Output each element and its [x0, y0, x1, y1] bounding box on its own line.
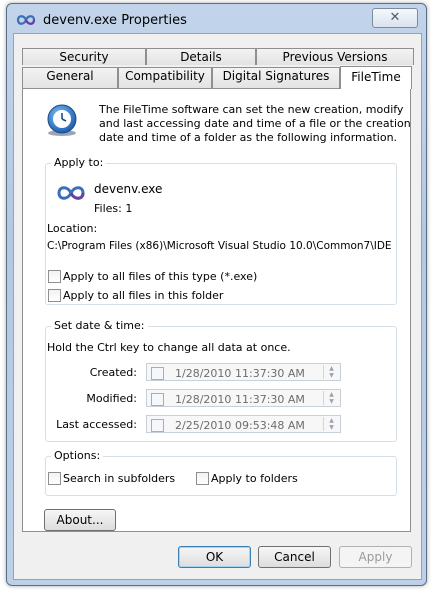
modified-date: 1/28/2010	[175, 393, 232, 406]
dialog-client-area: Security Details Previous Versions Gener…	[13, 33, 422, 580]
tab-details[interactable]: Details	[146, 48, 256, 65]
created-spin[interactable]: ▲ ▼	[323, 365, 339, 379]
modified-spin[interactable]: ▲ ▼	[323, 391, 339, 405]
set-date-label: Set date & time:	[51, 319, 148, 332]
up-arrow-icon[interactable]: ▲	[324, 417, 339, 424]
about-button[interactable]: About...	[44, 509, 116, 531]
options-group: Options: Search in subfolders Apply to f…	[45, 449, 397, 496]
title-bar[interactable]: devenv.exe Properties ✕	[7, 4, 426, 34]
down-arrow-icon[interactable]: ▼	[324, 398, 339, 405]
tab-general[interactable]: General	[22, 67, 118, 88]
modified-time: 11:37:30 AM	[235, 393, 305, 406]
tab-security[interactable]: Security	[22, 48, 146, 65]
intro-line-1: The FileTime software can set the new cr…	[99, 103, 404, 116]
search-subfolders-label: Search in subfolders	[63, 472, 176, 485]
up-arrow-icon[interactable]: ▲	[324, 391, 339, 398]
intro-line-2: and last accessing date and time of a fi…	[99, 117, 411, 130]
files-count: Files: 1	[94, 202, 133, 215]
search-subfolders-checkbox[interactable]	[48, 472, 61, 485]
properties-window: devenv.exe Properties ✕ Security Details…	[6, 3, 427, 586]
location-label: Location:	[47, 222, 98, 235]
ctrl-hint: Hold the Ctrl key to change all data at …	[47, 341, 291, 354]
apply-to-folders-checkbox[interactable]	[196, 472, 209, 485]
down-arrow-icon[interactable]: ▼	[324, 424, 339, 431]
location-path: C:\Program Files (x86)\Microsoft Visual …	[47, 240, 392, 252]
last-accessed-spin[interactable]: ▲ ▼	[323, 417, 339, 431]
last-accessed-label: Last accessed:	[56, 418, 137, 431]
last-accessed-checkbox[interactable]	[151, 419, 164, 432]
last-accessed-time: 09:53:48 AM	[235, 419, 305, 432]
apply-type-checkbox[interactable]	[48, 270, 61, 283]
modified-checkbox[interactable]	[151, 393, 164, 406]
tab-digital-signatures[interactable]: Digital Signatures	[212, 67, 340, 88]
tab-compatibility[interactable]: Compatibility	[118, 67, 212, 88]
close-button[interactable]: ✕	[372, 8, 418, 28]
visual-studio-icon	[16, 15, 36, 25]
up-arrow-icon[interactable]: ▲	[324, 365, 339, 372]
visual-studio-icon	[57, 186, 85, 200]
created-datetime-picker[interactable]: 1/28/2010 11:37:30 AM ▲ ▼	[146, 363, 341, 381]
modified-label: Modified:	[86, 392, 137, 405]
modified-datetime-picker[interactable]: 1/28/2010 11:37:30 AM ▲ ▼	[146, 389, 341, 407]
created-date: 1/28/2010	[175, 367, 232, 380]
apply-to-folders-label: Apply to folders	[211, 472, 298, 485]
tab-filetime[interactable]: FileTime	[340, 66, 412, 89]
close-icon: ✕	[389, 10, 401, 25]
options-label: Options:	[51, 449, 104, 462]
set-date-group: Set date & time: Hold the Ctrl key to ch…	[45, 319, 397, 442]
apply-button[interactable]: Apply	[339, 546, 412, 568]
apply-folder-checkbox[interactable]	[48, 289, 61, 302]
created-time: 11:37:30 AM	[235, 367, 305, 380]
last-accessed-datetime-picker[interactable]: 2/25/2010 09:53:48 AM ▲ ▼	[146, 415, 341, 433]
tab-previous-versions[interactable]: Previous Versions	[256, 48, 414, 65]
apply-folder-label: Apply to all files in this folder	[63, 289, 224, 302]
filetime-tab-panel: The FileTime software can set the new cr…	[22, 88, 411, 532]
clock-icon	[47, 104, 77, 136]
intro-line-3: date and time of a folder as the followi…	[99, 131, 398, 144]
file-name: devenv.exe	[94, 182, 163, 196]
cancel-button[interactable]: Cancel	[258, 546, 331, 568]
apply-to-label: Apply to:	[51, 156, 107, 169]
ok-button[interactable]: OK	[178, 546, 251, 568]
created-checkbox[interactable]	[151, 367, 164, 380]
down-arrow-icon[interactable]: ▼	[324, 372, 339, 379]
apply-to-group: Apply to: devenv.exe Files: 1 Location: …	[45, 156, 397, 305]
window-title: devenv.exe Properties	[43, 13, 187, 28]
apply-type-label: Apply to all files of this type (*.exe)	[63, 270, 258, 283]
created-label: Created:	[89, 366, 137, 379]
last-accessed-date: 2/25/2010	[175, 419, 232, 432]
